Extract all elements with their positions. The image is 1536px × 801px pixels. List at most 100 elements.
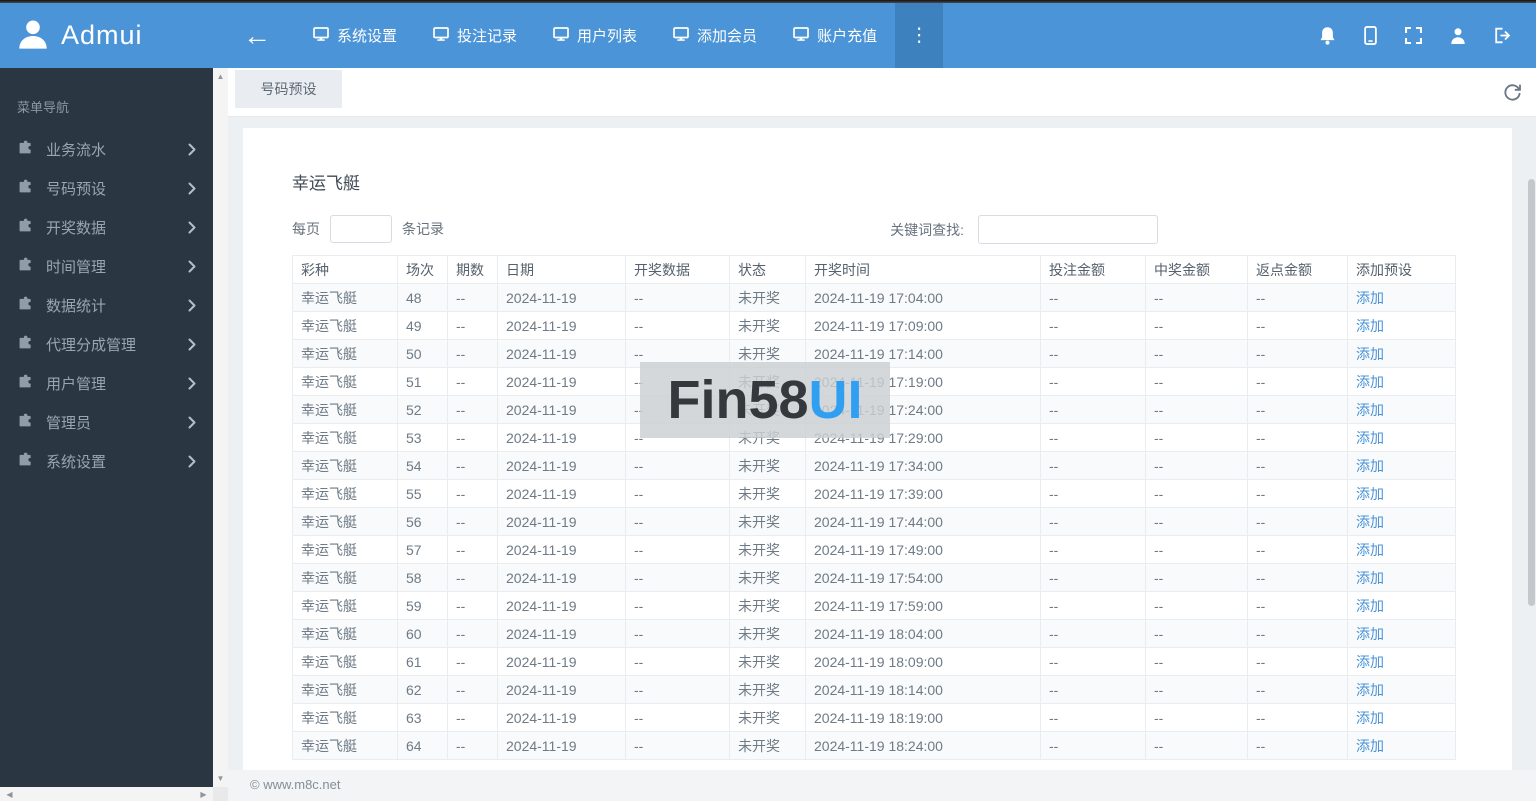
sidebar-item-label: 管理员: [46, 415, 92, 432]
add-preset-link[interactable]: 添加: [1356, 654, 1384, 670]
tab-bar: 号码预设: [228, 68, 1536, 117]
sidebar-item-system-settings[interactable]: 系统设置: [0, 442, 213, 481]
user-icon[interactable]: [1450, 27, 1466, 44]
sidebar-item-user-management[interactable]: 用户管理: [0, 364, 213, 403]
puzzle-icon: [17, 335, 33, 354]
table-cell: 未开奖: [729, 619, 806, 648]
brand[interactable]: Admui: [0, 3, 213, 68]
table-cell: --: [447, 535, 498, 564]
nav-item-bet-records[interactable]: 投注记录: [415, 3, 535, 68]
add-preset-link[interactable]: 添加: [1356, 738, 1384, 754]
add-preset-link[interactable]: 添加: [1356, 514, 1384, 530]
table-cell: --: [447, 619, 498, 648]
table-cell: --: [1247, 479, 1348, 508]
table-cell: 添加: [1347, 395, 1456, 424]
sidebar-item-label: 代理分成管理: [46, 337, 137, 354]
table-cell: --: [1247, 619, 1348, 648]
add-preset-link[interactable]: 添加: [1356, 290, 1384, 306]
scroll-right-icon[interactable]: ▶: [196, 787, 211, 801]
sidebar-scrollbar[interactable]: ▲ ▼: [213, 68, 228, 787]
add-preset-link[interactable]: 添加: [1356, 710, 1384, 726]
table-cell: --: [1040, 591, 1146, 620]
table-row: 幸运飞艇 58 -- 2024-11-19 -- 未开奖 2024-11-19 17:54:…: [292, 563, 1456, 592]
table-cell: --: [1145, 703, 1248, 732]
chevron-right-icon: [188, 260, 196, 273]
add-preset-link[interactable]: 添加: [1356, 598, 1384, 614]
fullscreen-icon[interactable]: [1405, 27, 1422, 44]
add-preset-link[interactable]: 添加: [1356, 458, 1384, 474]
logout-icon[interactable]: [1494, 27, 1512, 44]
add-preset-link[interactable]: 添加: [1356, 570, 1384, 586]
add-preset-link[interactable]: 添加: [1356, 542, 1384, 558]
footer: © www.m8c.net: [228, 770, 1536, 801]
table-cell: 幸运飞艇: [292, 423, 398, 452]
add-preset-link[interactable]: 添加: [1356, 318, 1384, 334]
bell-icon[interactable]: [1319, 26, 1336, 45]
monitor-icon: [313, 26, 329, 45]
nav-item-label: 投注记录: [457, 28, 518, 45]
table-cell: --: [625, 535, 730, 564]
table-cell: --: [1247, 311, 1348, 340]
watermark: Fin58 UI: [640, 362, 890, 438]
table-cell: --: [625, 619, 730, 648]
nav-item-account-recharge[interactable]: 账户充值: [775, 3, 895, 68]
table-cell: 2024-11-19 17:49:00: [805, 535, 1041, 564]
table-cell: --: [1040, 311, 1146, 340]
more-menu-button[interactable]: ⋮: [895, 3, 944, 68]
sidebar-item-lottery-data[interactable]: 开奖数据: [0, 208, 213, 247]
scroll-up-icon[interactable]: ▲: [213, 69, 228, 84]
add-preset-link[interactable]: 添加: [1356, 486, 1384, 502]
content-scrollbar[interactable]: [1527, 117, 1536, 770]
table-cell: 55: [397, 479, 448, 508]
table-cell: 添加: [1347, 619, 1456, 648]
table-cell: 添加: [1347, 535, 1456, 564]
table-cell: --: [447, 563, 498, 592]
tab-number-preset[interactable]: 号码预设: [235, 70, 342, 108]
table-row: 幸运飞艇 48 -- 2024-11-19 -- 未开奖 2024-11-19 17:04:…: [292, 283, 1456, 312]
refresh-icon[interactable]: [1502, 81, 1523, 107]
content-scrollbar-thumb[interactable]: [1528, 179, 1535, 606]
table-cell: 62: [397, 675, 448, 704]
add-preset-link[interactable]: 添加: [1356, 626, 1384, 642]
table-cell: 2024-11-19: [497, 703, 626, 732]
table-cell: --: [1145, 535, 1248, 564]
add-preset-link[interactable]: 添加: [1356, 402, 1384, 418]
sidebar-item-administrator[interactable]: 管理员: [0, 403, 213, 442]
back-arrow-icon[interactable]: ←: [213, 3, 295, 68]
per-page-control: 每页 条记录: [292, 215, 1455, 243]
per-page-input[interactable]: [330, 215, 392, 243]
table-cell: --: [625, 311, 730, 340]
scroll-down-icon[interactable]: ▼: [213, 771, 228, 786]
sidebar-item-business-flow[interactable]: 业务流水: [0, 130, 213, 169]
sidebar-item-time-management[interactable]: 时间管理: [0, 247, 213, 286]
table-row: 幸运飞艇 55 -- 2024-11-19 -- 未开奖 2024-11-19 17:39:…: [292, 479, 1456, 508]
sidebar-item-number-preset[interactable]: 号码预设: [0, 169, 213, 208]
keyword-input[interactable]: [978, 215, 1158, 244]
nav-item-system-settings[interactable]: 系统设置: [295, 3, 415, 68]
add-preset-link[interactable]: 添加: [1356, 682, 1384, 698]
puzzle-icon: [17, 296, 33, 315]
table-cell: 添加: [1347, 591, 1456, 620]
table-cell: 2024-11-19: [497, 423, 626, 452]
nav-item-add-member[interactable]: 添加会员: [655, 3, 775, 68]
add-preset-link[interactable]: 添加: [1356, 346, 1384, 362]
horizontal-scrollbar[interactable]: ◀ ▶: [0, 787, 213, 801]
table-cell: --: [447, 591, 498, 620]
puzzle-icon: [17, 452, 33, 471]
table-cell: 未开奖: [729, 479, 806, 508]
sidebar-item-data-statistics[interactable]: 数据统计: [0, 286, 213, 325]
mobile-icon[interactable]: [1364, 26, 1377, 45]
nav-item-user-list[interactable]: 用户列表: [535, 3, 655, 68]
scroll-left-icon[interactable]: ◀: [2, 787, 17, 801]
table-cell: --: [625, 703, 730, 732]
table-cell: 添加: [1347, 479, 1456, 508]
table-cell: 幸运飞艇: [292, 591, 398, 620]
scrollbar-corner: [213, 787, 228, 801]
add-preset-link[interactable]: 添加: [1356, 430, 1384, 446]
table-cell: 未开奖: [729, 311, 806, 340]
monitor-icon: [793, 26, 809, 45]
table-cell: 添加: [1347, 703, 1456, 732]
column-header: 期数: [447, 255, 498, 284]
add-preset-link[interactable]: 添加: [1356, 374, 1384, 390]
sidebar-item-agent-commission[interactable]: 代理分成管理: [0, 325, 213, 364]
